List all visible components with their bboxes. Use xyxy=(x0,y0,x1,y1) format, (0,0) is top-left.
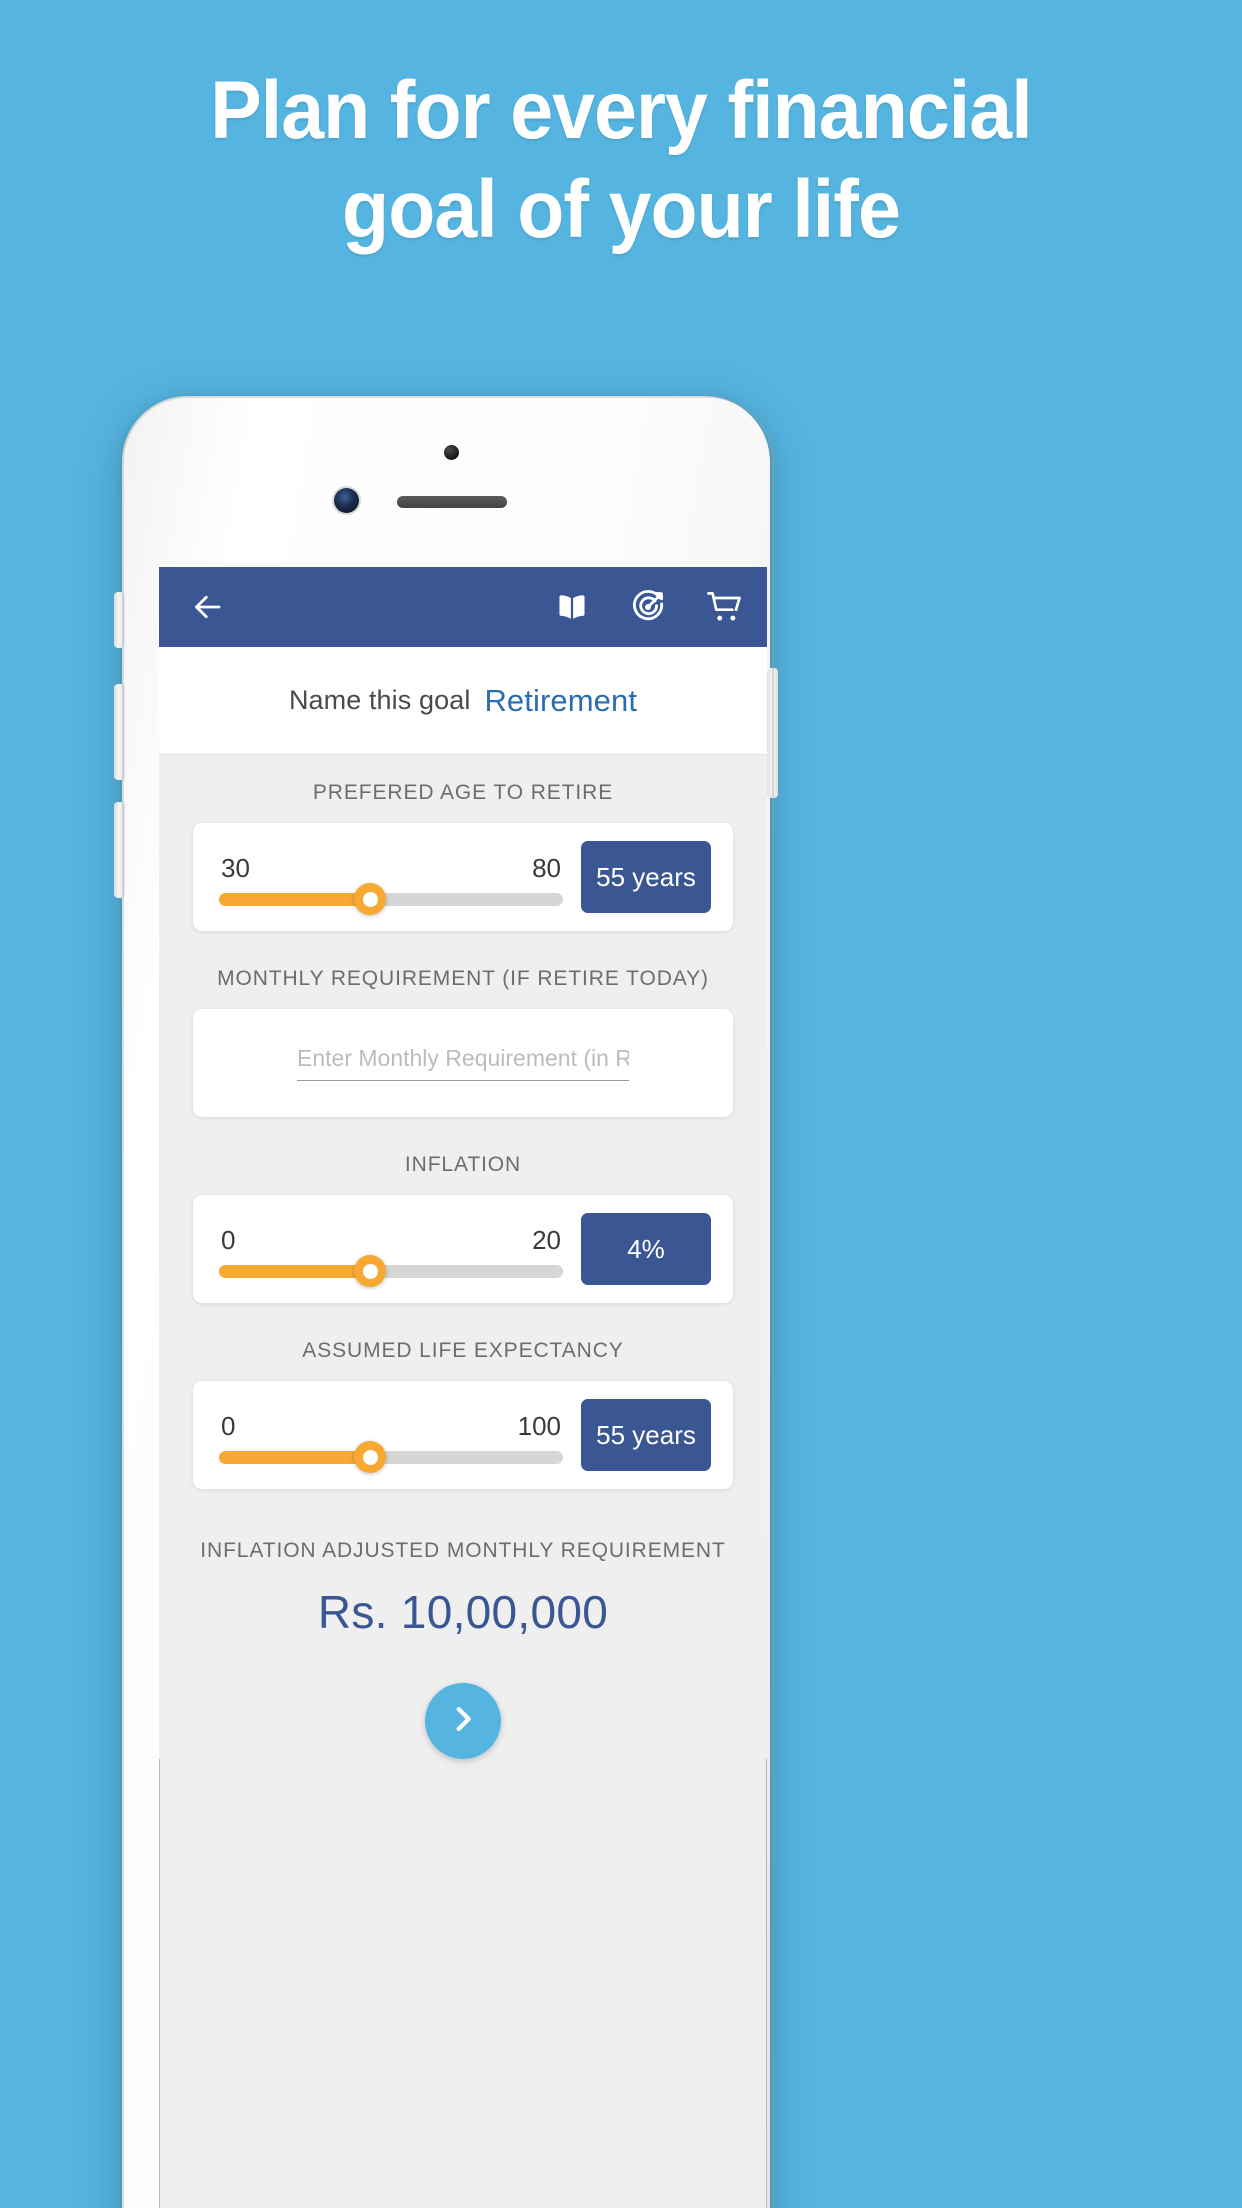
phone-silent-switch[interactable] xyxy=(114,592,125,648)
cart-icon xyxy=(705,588,743,626)
hero-headline-line-1: Plan for every financial xyxy=(210,65,1032,156)
slider-track-inflation[interactable] xyxy=(219,1255,563,1287)
section-label-life-expectancy: ASSUMED LIFE EXPECTANCY xyxy=(302,1339,624,1362)
slider-track-life-expectancy[interactable] xyxy=(219,1441,563,1473)
section-label-monthly-requirement: MONTHLY REQUIREMENT (IF RETIRE TODAY) xyxy=(217,967,709,990)
target-icon xyxy=(629,588,667,626)
app-bar-actions xyxy=(551,586,745,628)
learn-button[interactable] xyxy=(551,586,593,628)
slider-life-expectancy[interactable]: 0 100 xyxy=(219,1407,563,1473)
slider-max-life-expectancy: 100 xyxy=(517,1410,561,1441)
result-block: INFLATION ADJUSTED MONTHLY REQUIREMENT R… xyxy=(159,1539,767,1639)
input-card-monthly-requirement[interactable] xyxy=(193,1009,733,1117)
slider-max-preferred-age: 80 xyxy=(532,852,561,883)
slider-card-life-expectancy[interactable]: 0 100 55 years xyxy=(193,1381,733,1489)
front-camera-icon xyxy=(334,488,359,513)
slider-preferred-age[interactable]: 30 80 xyxy=(219,849,563,915)
next-button-row xyxy=(159,1683,767,1759)
slider-track-preferred-age[interactable] xyxy=(219,883,563,915)
result-label: INFLATION ADJUSTED MONTHLY REQUIREMENT xyxy=(200,1539,726,1562)
proximity-sensor-icon xyxy=(444,445,459,460)
result-value: Rs. 10,00,000 xyxy=(317,1586,609,1638)
arrow-left-icon xyxy=(189,589,225,625)
app-bar xyxy=(159,567,767,647)
slider-min-preferred-age: 30 xyxy=(221,852,250,883)
hero-headline: Plan for every financial goal of your li… xyxy=(0,0,1242,251)
slider-min-life-expectancy: 0 xyxy=(221,1410,236,1441)
section-label-inflation: INFLATION xyxy=(404,1153,522,1176)
phone-screen: Name this goal Retirement PREFERED AGE T… xyxy=(159,567,767,2208)
cart-button[interactable] xyxy=(703,586,745,628)
back-button[interactable] xyxy=(185,585,229,629)
monthly-requirement-input[interactable] xyxy=(297,1045,629,1081)
slider-thumb-inflation[interactable] xyxy=(354,1255,387,1287)
phone-power-button[interactable] xyxy=(767,668,778,798)
slider-inflation[interactable]: 0 20 xyxy=(219,1221,563,1287)
slider-card-preferred-age[interactable]: 30 80 55 years xyxy=(193,823,733,931)
phone-body: Name this goal Retirement PREFERED AGE T… xyxy=(114,396,778,2208)
slider-min-inflation: 0 xyxy=(221,1224,236,1255)
earpiece-speaker-icon xyxy=(397,496,507,508)
goal-name-row[interactable]: Name this goal Retirement xyxy=(159,647,767,755)
next-button[interactable] xyxy=(425,1683,501,1759)
phone-volume-down-button[interactable] xyxy=(114,802,125,898)
slider-fill-life-expectancy xyxy=(219,1450,371,1464)
slider-bounds-inflation: 0 20 xyxy=(219,1225,563,1256)
goals-button[interactable] xyxy=(627,586,669,628)
slider-value-inflation: 4% xyxy=(581,1213,711,1285)
slider-thumb-preferred-age[interactable] xyxy=(354,883,387,915)
form-body: PREFERED AGE TO RETIRE 30 80 55 years MO… xyxy=(159,755,767,1759)
slider-value-preferred-age: 55 years xyxy=(581,841,711,913)
slider-fill-inflation xyxy=(219,1264,371,1278)
slider-value-life-expectancy: 55 years xyxy=(581,1399,711,1471)
slider-fill-preferred-age xyxy=(219,892,371,906)
slider-card-inflation[interactable]: 0 20 4% xyxy=(193,1195,733,1303)
section-label-preferred-age: PREFERED AGE TO RETIRE xyxy=(312,781,614,804)
slider-max-inflation: 20 xyxy=(532,1224,561,1255)
goal-name-label: Name this goal xyxy=(288,685,471,715)
goal-name-value[interactable]: Retirement xyxy=(484,683,637,719)
book-icon xyxy=(553,588,591,626)
slider-thumb-life-expectancy[interactable] xyxy=(354,1441,387,1473)
slider-bounds-life-expectancy: 0 100 xyxy=(219,1411,563,1442)
slider-bounds-preferred-age: 30 80 xyxy=(219,853,563,884)
hero-headline-line-2: goal of your life xyxy=(342,164,901,255)
phone-volume-up-button[interactable] xyxy=(114,684,125,780)
phone-mockup: Name this goal Retirement PREFERED AGE T… xyxy=(87,396,787,2208)
chevron-right-icon xyxy=(446,1702,480,1741)
